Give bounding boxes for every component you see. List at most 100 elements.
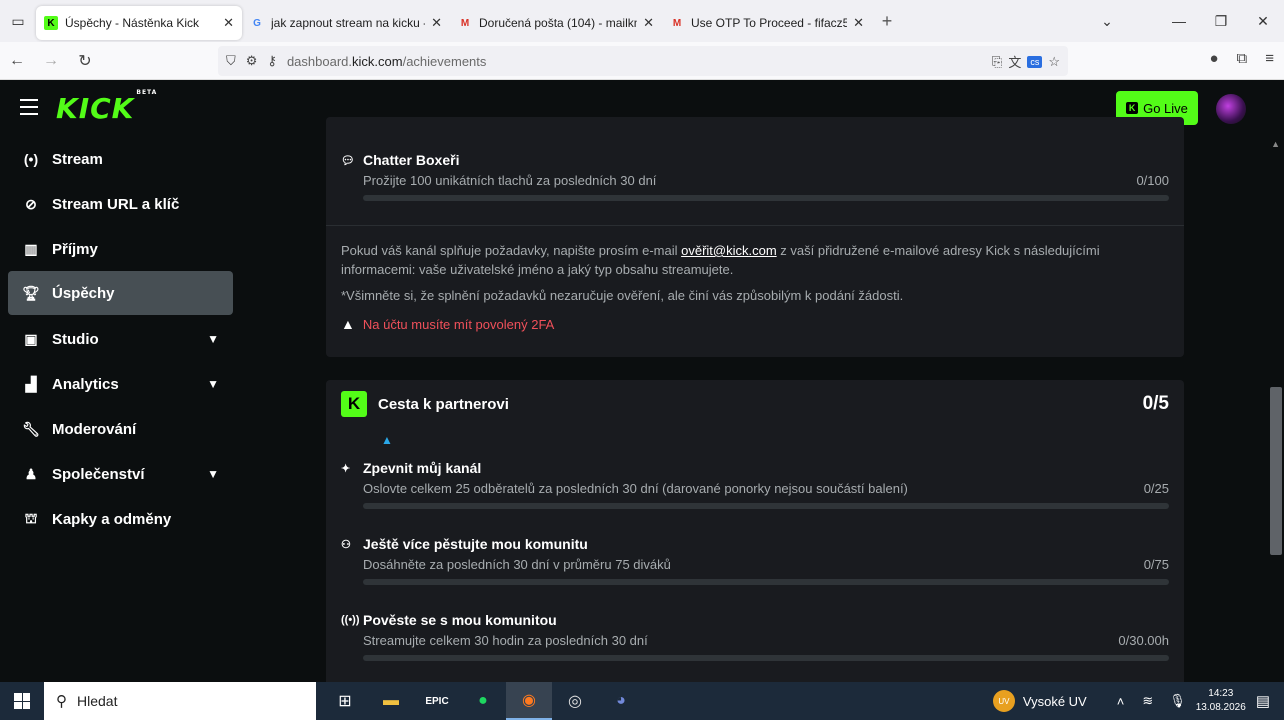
- achievement-subscribers: ✦ Zpevnit můj kanál Oslovte celkem 25 odb…: [341, 460, 1169, 509]
- achievement-description: Oslovte celkem 25 odběratelů za poslední…: [363, 481, 908, 496]
- achievement-title: Zpevnit můj kanál: [363, 460, 482, 476]
- shield-icon[interactable]: ⛉: [226, 53, 236, 69]
- verify-email-link[interactable]: ověřit@kick.com: [681, 243, 777, 258]
- address-bar[interactable]: ⛉ ⚙ ⚷ dashboard. kick.com/achievements ⎘ …: [218, 46, 1068, 76]
- partner-title: Cesta k partnerovi: [378, 395, 509, 413]
- epic-games-icon[interactable]: EPIC: [414, 682, 460, 720]
- chat-bubble-icon: 💬︎: [341, 154, 355, 167]
- partner-header: K Cesta k partnerovi 0/5: [341, 391, 1169, 417]
- menu-icon[interactable]: ≡: [1265, 50, 1274, 67]
- sidebar-item-achievements[interactable]: 🏆︎ Úspěchy: [8, 271, 233, 315]
- notifications-icon[interactable]: ▤: [1256, 692, 1270, 710]
- bookmark-star-icon[interactable]: ☆: [1048, 54, 1060, 70]
- permissions-icon[interactable]: ⚙: [246, 53, 258, 69]
- scroll-up-icon[interactable]: ▲: [1271, 139, 1280, 149]
- sidebar-item-studio[interactable]: ▣ Studio ▼: [8, 317, 233, 361]
- spotify-icon[interactable]: ●: [460, 682, 506, 720]
- chevron-down-icon[interactable]: ▼: [207, 467, 219, 481]
- progress-bar: [363, 655, 1169, 661]
- sidebar-item-stream-url[interactable]: ⊘ Stream URL a klíč: [8, 182, 233, 226]
- url-path: /achievements: [402, 53, 487, 69]
- achievement-progress-text: 0/75: [1143, 557, 1169, 572]
- tab-gmail-inbox[interactable]: M Doručená pošta (104) - mailknic ✕: [450, 6, 662, 40]
- tab-gmail-otp[interactable]: M Use OTP To Proceed - fifacz564( ✕: [662, 6, 872, 40]
- wifi-icon[interactable]: ≋: [1142, 693, 1153, 709]
- sidebar-item-stream[interactable]: (•) Stream: [8, 137, 233, 181]
- achievement-progress-text: 0/30.00h: [1118, 633, 1169, 648]
- info-text: Pokud váš kanál splňuje požadavky, napiš…: [341, 243, 682, 258]
- achievement-chatter: 💬︎ Chatter Boxeři Prožijte 100 unikátních…: [341, 152, 1169, 201]
- sidebar-item-label: Moderování: [52, 420, 137, 438]
- sidebar-item-label: Stream URL a klíč: [52, 195, 180, 213]
- verification-card: 💬︎ Chatter Boxeři Prožijte 100 unikátních…: [326, 117, 1184, 357]
- achievement-description: Dosáhněte za posledních 30 dní v průměru…: [363, 557, 671, 572]
- account-icon[interactable]: ●: [1209, 50, 1218, 67]
- page-scrollbar[interactable]: ▲: [1268, 137, 1284, 682]
- community-icon: ♟: [24, 465, 38, 482]
- kick-logo[interactable]: KICK BETA: [56, 89, 157, 125]
- windows-taskbar: ⚲ Hledat ⊞ ▬ EPIC ● ◉ ◎ ◕ UV Vysoké UV ˄…: [0, 682, 1284, 720]
- sidebar-item-moderation[interactable]: 🔧︎ Moderování: [8, 407, 233, 451]
- close-tab-icon[interactable]: ✕: [643, 15, 654, 31]
- microphone-icon[interactable]: 🎙︎: [1169, 693, 1186, 709]
- browser-tab-strip: ▭ K Úspěchy - Nástěnka Kick ✕ G jak zapn…: [0, 0, 1284, 42]
- tab-title: jak zapnout stream na kicku - H: [271, 16, 426, 30]
- warning-text: Na účtu musíte mít povolený 2FA: [362, 316, 555, 332]
- translate-icon[interactable]: 文: [1008, 52, 1021, 71]
- firefox-icon[interactable]: ◉: [506, 682, 552, 720]
- obs-icon[interactable]: ◎: [552, 682, 598, 720]
- sidebar-item-label: Studio: [52, 330, 99, 348]
- file-explorer-icon[interactable]: ▬: [368, 682, 414, 720]
- reload-button[interactable]: ↻: [68, 51, 102, 71]
- task-view-icon[interactable]: ⊞: [322, 682, 368, 720]
- progress-bar: [363, 503, 1169, 509]
- extensions-icon[interactable]: ⧉: [1237, 50, 1248, 67]
- key-icon[interactable]: ⚷: [267, 53, 277, 69]
- achievement-title: Ještě více pěstujte mou komunitu: [363, 536, 588, 552]
- url-host: kick.com: [352, 53, 403, 69]
- clock[interactable]: 14:23 13.08.2026: [1196, 687, 1246, 715]
- gift-icon: ⛫: [24, 509, 38, 526]
- reader-view-icon[interactable]: ⎘: [992, 54, 1002, 70]
- logo-text: KICK: [56, 92, 135, 125]
- film-icon: ▣: [24, 330, 38, 347]
- url-prefix: dashboard.: [286, 53, 353, 69]
- achievement-description: Prožijte 100 unikátních tlachů za posled…: [363, 173, 657, 188]
- minimize-button[interactable]: —: [1158, 13, 1200, 29]
- back-button[interactable]: ←: [0, 52, 34, 70]
- gmail-icon: M: [672, 17, 682, 29]
- close-window-button[interactable]: ✕: [1242, 13, 1284, 30]
- translate-language-badge[interactable]: cs: [1027, 55, 1043, 68]
- scrollbar-thumb[interactable]: [1270, 387, 1282, 555]
- chevron-down-icon[interactable]: ▼: [207, 377, 219, 391]
- forward-button[interactable]: →: [34, 52, 68, 70]
- chevron-up-icon[interactable]: ˄: [1117, 694, 1125, 709]
- close-tab-icon[interactable]: ✕: [853, 15, 864, 31]
- kick-dashboard: KICK BETA K Go Live (•) Stream ⊘ Stream U…: [0, 80, 1284, 682]
- go-live-label: Go Live: [1143, 100, 1188, 116]
- clock-time: 14:23: [1208, 688, 1234, 699]
- start-button[interactable]: [0, 682, 44, 720]
- sidebar-item-drops-rewards[interactable]: ⛫ Kapky a odměny: [8, 497, 233, 541]
- weather-uv-icon[interactable]: UV: [992, 690, 1015, 712]
- restore-button[interactable]: ❐: [1200, 13, 1242, 30]
- close-tab-icon[interactable]: ✕: [223, 15, 234, 31]
- taskbar-search[interactable]: ⚲ Hledat: [44, 682, 316, 720]
- sidebar-item-label: Úspěchy: [52, 284, 115, 302]
- chevron-down-icon[interactable]: ▼: [207, 332, 219, 346]
- achievement-hours: ((•)) Pověste se s mou komunitou Streamuj…: [341, 612, 1169, 661]
- tab-kick-achievements[interactable]: K Úspěchy - Nástěnka Kick ✕: [36, 6, 242, 40]
- tab-google-search[interactable]: G jak zapnout stream na kicku - H ✕: [242, 6, 450, 40]
- avatar[interactable]: [1216, 94, 1246, 124]
- chart-icon: ▥: [24, 240, 38, 257]
- sidebar-item-income[interactable]: ▥ Příjmy: [8, 227, 233, 271]
- close-tab-icon[interactable]: ✕: [431, 15, 442, 31]
- sidebar-item-analytics[interactable]: ▟ Analytics ▼: [8, 362, 233, 406]
- hamburger-menu-icon[interactable]: [20, 99, 38, 120]
- sidebar-item-community[interactable]: ♟ Společenství ▼: [8, 452, 233, 496]
- new-tab-button[interactable]: +: [872, 11, 902, 32]
- discord-icon[interactable]: ◕: [598, 682, 644, 720]
- weather-text[interactable]: Vysoké UV: [1023, 694, 1087, 709]
- tab-overflow-icon[interactable]: ⌄: [1086, 13, 1128, 30]
- tab-list-button[interactable]: ▭: [0, 0, 36, 42]
